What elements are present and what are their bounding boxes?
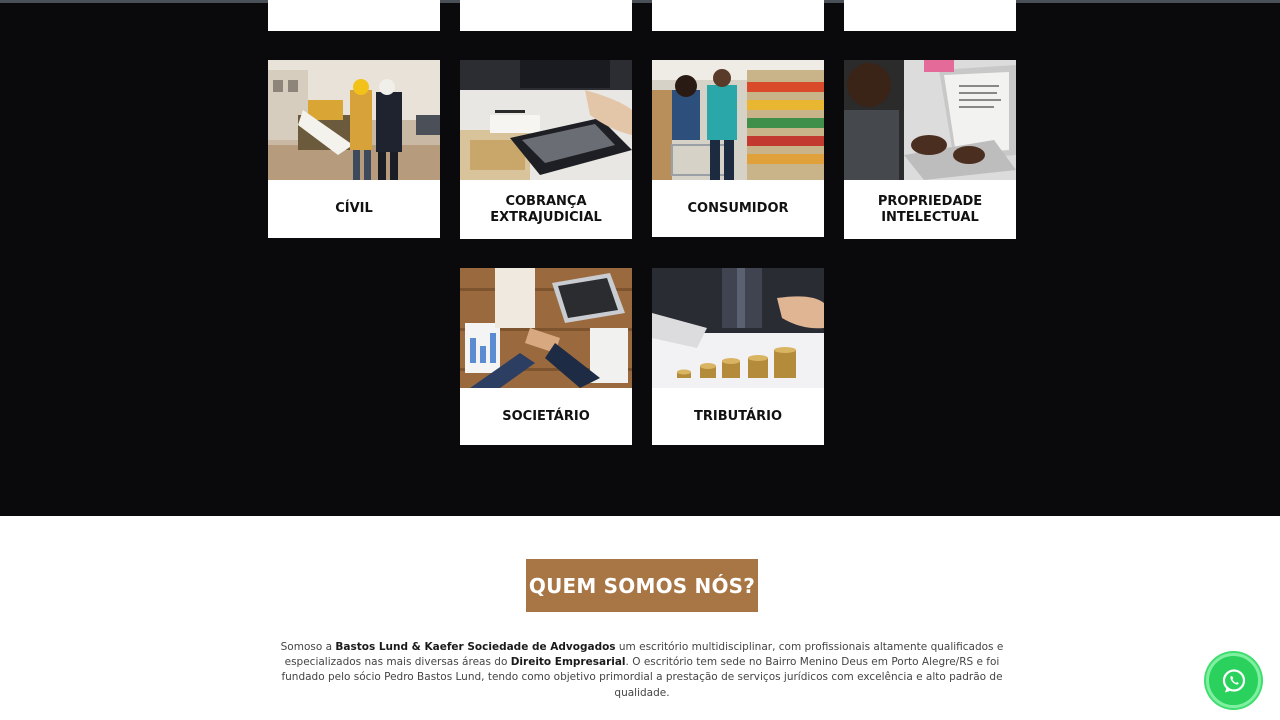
service-label: SOCIETÁRIO [502, 408, 590, 424]
service-label: COBRANÇA EXTRAJUDICIAL [490, 193, 602, 225]
handshake-desk-photo [460, 268, 632, 388]
supermarket-photo [652, 60, 824, 180]
coins-stack-photo [652, 268, 824, 388]
service-card-stub[interactable] [652, 0, 824, 31]
service-label: CÍVIL [335, 201, 373, 216]
laptop-typing-photo [844, 60, 1016, 180]
service-label: CONSUMIDOR [687, 200, 789, 216]
about-heading-button[interactable]: QUEM SOMOS NÓS? [526, 559, 758, 612]
service-card-propriedade-intelectual[interactable]: PROPRIEDADE INTELECTUAL [844, 60, 1016, 239]
service-card-consumidor[interactable]: CONSUMIDOR [652, 60, 824, 237]
whatsapp-icon [1222, 668, 1245, 692]
service-label: TRIBUTÁRIO [694, 408, 782, 424]
service-card-stub[interactable] [268, 0, 440, 31]
about-paragraph: Somoso a Bastos Lund & Kaefer Sociedade … [262, 640, 1022, 701]
services-section [0, 0, 1280, 516]
about-text-prefix: Somoso a [280, 641, 336, 653]
practice-area: Direito Empresarial [510, 656, 626, 669]
construction-photo [268, 60, 440, 180]
service-card-stub[interactable] [460, 0, 632, 31]
service-label: PROPRIEDADE INTELECTUAL [877, 193, 983, 225]
service-card-stub[interactable] [844, 0, 1016, 31]
whatsapp-button[interactable] [1206, 653, 1261, 708]
calculator-photo [460, 60, 632, 180]
service-card-societario[interactable]: SOCIETÁRIO [460, 268, 632, 445]
service-card-tributario[interactable]: TRIBUTÁRIO [652, 268, 824, 445]
service-card-cobranca-extrajudicial[interactable]: COBRANÇA EXTRAJUDICIAL [460, 60, 632, 239]
top-divider [0, 0, 1280, 3]
firm-name: Bastos Lund & Kaefer Sociedade de Advoga… [335, 641, 616, 653]
service-card-civil[interactable]: CÍVIL [268, 60, 440, 238]
